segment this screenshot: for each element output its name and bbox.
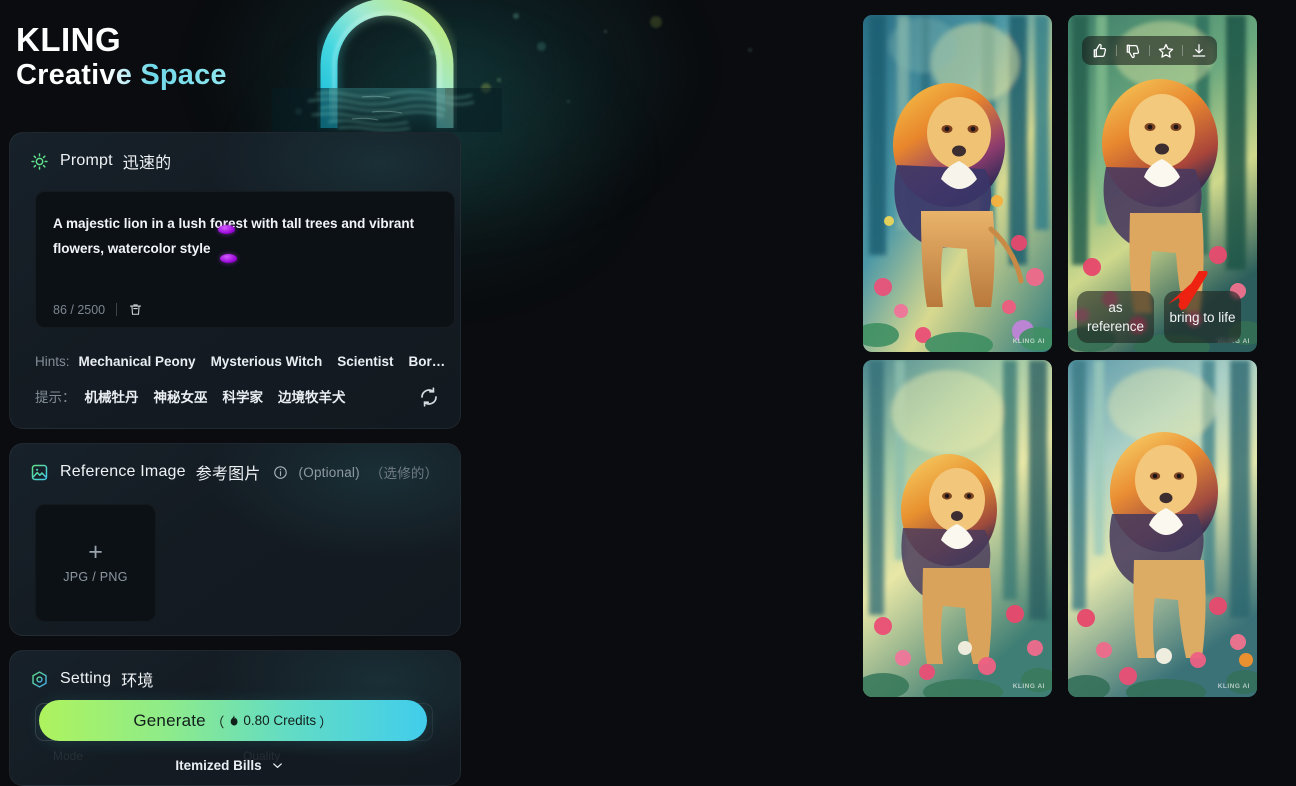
refresh-icon[interactable] bbox=[417, 385, 441, 409]
setting-card-header: Setting 环境 bbox=[10, 651, 460, 691]
text-cursor-marker-2 bbox=[220, 254, 237, 263]
divider bbox=[1149, 45, 1150, 56]
upload-dropzone[interactable]: + JPG / PNG bbox=[35, 504, 156, 622]
generate-cost-close: ） bbox=[319, 714, 333, 730]
chevron-down-icon bbox=[270, 758, 285, 773]
itemized-bills-toggle[interactable]: Itemized Bills bbox=[0, 758, 460, 773]
reference-image-card: Reference Image 参考图片 (Optional) （选修的） + … bbox=[9, 443, 461, 636]
generate-credits: 0.80 Credits bbox=[243, 713, 317, 728]
watermark: KLING AI bbox=[1012, 683, 1045, 690]
image-action-toolbar bbox=[1082, 36, 1217, 65]
info-icon[interactable] bbox=[273, 464, 289, 480]
prompt-title: Prompt bbox=[60, 152, 113, 169]
trash-icon[interactable] bbox=[128, 302, 143, 317]
brand-line-2: Creative Space bbox=[16, 59, 227, 91]
generate-cost-open: （ bbox=[210, 714, 225, 730]
sun-icon bbox=[28, 150, 50, 172]
star-icon[interactable] bbox=[1157, 42, 1175, 60]
character-counter: 86 / 2500 bbox=[53, 302, 106, 317]
prompt-title-cn: 迅速的 bbox=[122, 155, 172, 172]
result-image-3[interactable]: KLING AI bbox=[1068, 360, 1257, 697]
setting-title-cn: 环境 bbox=[121, 673, 154, 690]
prompt-text-value: A majestic lion in a lush forest with ta… bbox=[53, 216, 418, 256]
itemized-bills-label: Itemized Bills bbox=[175, 758, 262, 773]
hints-row-en: Hints: Mechanical Peony Mysterious Witch… bbox=[35, 354, 445, 369]
image-icon bbox=[28, 461, 50, 483]
hints-label: Hints: bbox=[35, 354, 70, 369]
hint-chip-cn-3[interactable]: 边境牧羊犬 bbox=[278, 386, 346, 406]
text-cursor-marker-1 bbox=[218, 225, 235, 234]
brand-line-1: KLING bbox=[16, 21, 122, 58]
generate-label: Generate bbox=[133, 710, 206, 730]
reference-card-header: Reference Image 参考图片 (Optional) （选修的） bbox=[10, 444, 460, 484]
flame-icon bbox=[227, 714, 240, 727]
divider bbox=[1116, 45, 1117, 56]
results-grid: KLING AI AI as reference bring to life K… bbox=[863, 15, 1257, 697]
reference-title: Reference Image bbox=[60, 463, 186, 480]
result-image-0[interactable]: KLING AI bbox=[863, 15, 1052, 352]
prompt-card: Prompt 迅速的 A majestic lion in a lush for… bbox=[9, 132, 461, 429]
watermark: KLING AI bbox=[1217, 683, 1250, 690]
bring-to-life-button[interactable]: bring to life bbox=[1164, 291, 1241, 343]
thumbs-up-icon[interactable] bbox=[1091, 42, 1109, 60]
hints-row-cn: 提示： 机械牡丹 神秘女巫 科学家 边境牧羊犬 bbox=[35, 386, 439, 406]
thumbs-down-icon[interactable] bbox=[1124, 42, 1142, 60]
optional-label-cn: （选修的） bbox=[369, 466, 439, 481]
optional-label: (Optional) bbox=[298, 464, 360, 480]
hint-chip-3[interactable]: Bor… bbox=[409, 354, 446, 369]
result-image-2[interactable]: KLING AI bbox=[863, 360, 1052, 697]
hint-chip-cn-2[interactable]: 科学家 bbox=[223, 386, 264, 406]
prompt-card-header: Prompt 迅速的 bbox=[10, 133, 460, 173]
download-icon[interactable] bbox=[1190, 42, 1208, 60]
hint-chip-0[interactable]: Mechanical Peony bbox=[79, 354, 196, 369]
upload-formats-label: JPG / PNG bbox=[63, 569, 128, 584]
result-image-1[interactable]: KLING AI bbox=[1068, 15, 1257, 352]
hint-chip-cn-0[interactable]: 机械牡丹 bbox=[85, 386, 139, 406]
reference-title-cn: 参考图片 bbox=[195, 466, 261, 483]
watermark: KLING AI bbox=[1012, 338, 1045, 345]
hint-chip-2[interactable]: Scientist bbox=[337, 354, 393, 369]
hint-chip-cn-1[interactable]: 神秘女巫 bbox=[154, 386, 208, 406]
prompt-textarea[interactable]: A majestic lion in a lush forest with ta… bbox=[35, 191, 455, 328]
as-reference-button[interactable]: as reference bbox=[1077, 291, 1154, 343]
hexagon-icon bbox=[28, 668, 50, 690]
brand-title: KLING Creative Space bbox=[16, 22, 227, 92]
divider bbox=[1182, 45, 1183, 56]
setting-title: Setting bbox=[60, 670, 112, 687]
divider bbox=[116, 303, 118, 316]
hints-label-cn: 提示： bbox=[35, 390, 76, 405]
generate-button[interactable]: Generate （ 0.80 Credits ） bbox=[39, 700, 427, 741]
kling-arch-logo-art bbox=[272, 0, 502, 132]
plus-icon: + bbox=[88, 537, 103, 566]
hint-chip-1[interactable]: Mysterious Witch bbox=[211, 354, 323, 369]
